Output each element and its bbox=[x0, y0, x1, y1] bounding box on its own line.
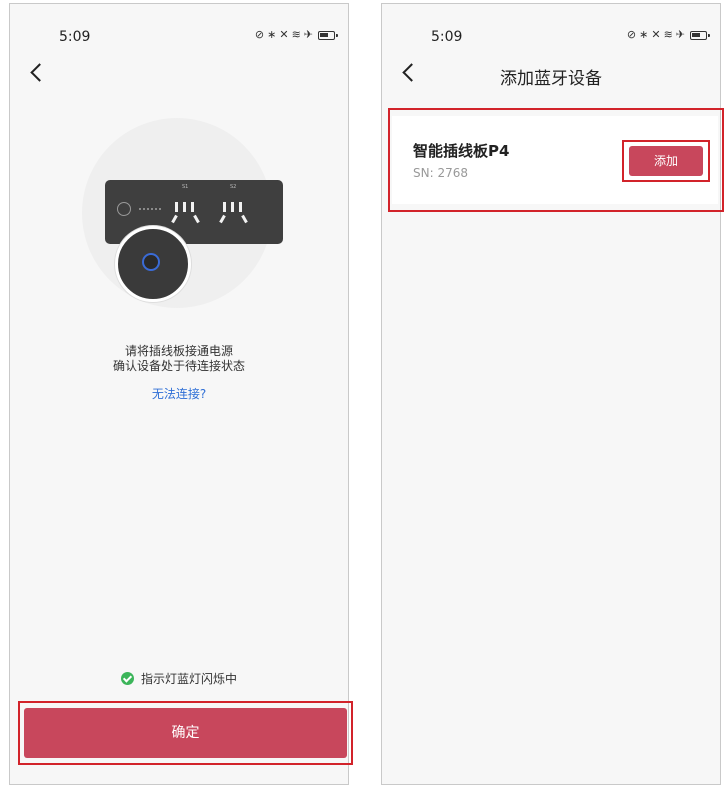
status-icons: ⊘ ∗ ✕ ≋ ✈ bbox=[626, 28, 710, 42]
wifi-icon: ≋ bbox=[663, 28, 673, 41]
mute-icon: ✕ bbox=[279, 28, 289, 41]
confirm-button[interactable]: 确定 bbox=[24, 708, 347, 758]
status-time: 5:09 bbox=[59, 29, 91, 45]
blue-light-button-icon bbox=[142, 253, 160, 271]
add-device-button[interactable]: 添加 bbox=[629, 146, 703, 176]
device-serial-number: SN: 2768 bbox=[413, 166, 468, 180]
nfc-icon: ⊘ bbox=[254, 28, 265, 41]
socket-icon: S2 bbox=[217, 184, 253, 228]
socket-icon: S1 bbox=[169, 184, 205, 228]
socket-label: S1 bbox=[182, 184, 189, 190]
indicator-dots bbox=[139, 208, 161, 212]
battery-icon bbox=[690, 30, 710, 40]
indicator-text: 指示灯蓝灯闪烁中 bbox=[140, 672, 237, 686]
check-icon[interactable] bbox=[120, 672, 134, 685]
device-name: 智能插线板P4 bbox=[413, 142, 510, 160]
airplane-icon: ✈ bbox=[303, 28, 313, 41]
status-icons: ⊘ ∗ ✕ ≋ ✈ bbox=[254, 28, 338, 42]
page-title: 添加蓝牙设备 bbox=[500, 69, 602, 89]
indicator-confirm-checkbox[interactable]: 指示灯蓝灯闪烁中 bbox=[9, 670, 349, 687]
status-bar-left: 5:09 ⊘ ∗ ✕ ≋ ✈ bbox=[9, 3, 349, 63]
status-bar-right: 5:09 ⊘ ∗ ✕ ≋ ✈ bbox=[381, 3, 721, 63]
power-button-icon bbox=[117, 202, 131, 216]
wifi-icon: ≋ bbox=[291, 28, 301, 41]
instruction-line-1: 请将插线板接通电源 bbox=[124, 344, 233, 358]
socket-label: S2 bbox=[230, 184, 237, 190]
airplane-icon: ✈ bbox=[675, 28, 685, 41]
cant-connect-link[interactable]: 无法连接? bbox=[9, 385, 349, 402]
status-time: 5:09 bbox=[431, 29, 463, 45]
battery-icon bbox=[318, 30, 338, 40]
instruction-line-2: 确认设备处于待连接状态 bbox=[112, 359, 245, 373]
nfc-icon: ⊘ bbox=[626, 28, 637, 41]
mute-icon: ✕ bbox=[651, 28, 661, 41]
bluetooth-icon: ∗ bbox=[639, 28, 649, 41]
bluetooth-icon: ∗ bbox=[267, 28, 277, 41]
magnified-button-illustration bbox=[115, 226, 191, 302]
